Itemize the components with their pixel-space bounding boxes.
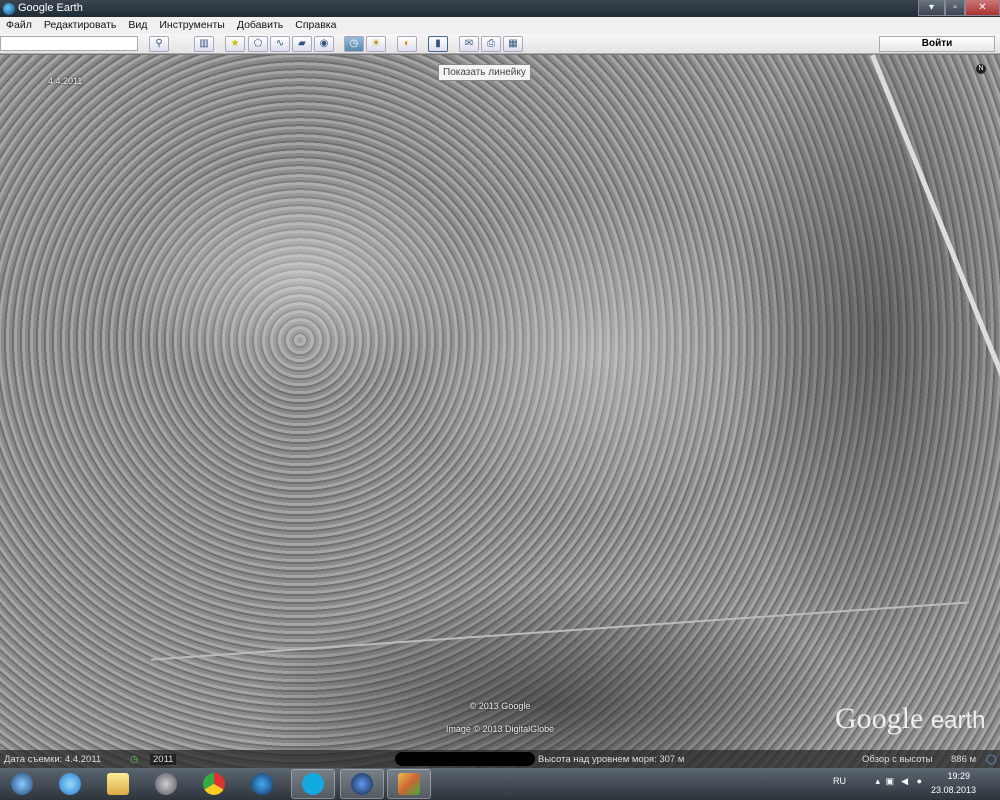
add-path-icon[interactable]: ∿ bbox=[270, 36, 290, 52]
menu-help[interactable]: Справка bbox=[289, 17, 342, 34]
language-indicator[interactable]: RU bbox=[833, 776, 846, 786]
google-earth-logo-icon bbox=[3, 3, 15, 15]
search-input[interactable] bbox=[0, 36, 138, 51]
print-icon[interactable]: ⎙ bbox=[481, 36, 501, 52]
skype-icon[interactable] bbox=[291, 769, 335, 799]
volume-icon[interactable]: ◀ bbox=[901, 776, 908, 787]
add-placemark-icon[interactable]: ★ bbox=[225, 36, 245, 52]
time-slider-date[interactable]: 4.4.2011 bbox=[48, 76, 82, 86]
search-icon[interactable]: ⚲ bbox=[149, 36, 169, 52]
google-earth-taskbar-icon[interactable] bbox=[340, 769, 384, 799]
paint-icon[interactable] bbox=[387, 769, 431, 799]
action-center-icon[interactable]: ● bbox=[917, 776, 922, 786]
map-view[interactable] bbox=[0, 55, 1000, 768]
redaction bbox=[395, 752, 535, 766]
show-hidden-icons-icon[interactable]: ▴ bbox=[875, 776, 880, 787]
menu-view[interactable]: Вид bbox=[122, 17, 153, 34]
clock-time[interactable]: 19:29 bbox=[947, 771, 970, 781]
internet-explorer-icon[interactable] bbox=[48, 769, 92, 799]
title-bar: Google Earth ▾ ▫ ✕ bbox=[0, 0, 1000, 18]
imagery-year[interactable]: 2011 bbox=[150, 754, 177, 765]
menu-tools[interactable]: Инструменты bbox=[153, 17, 230, 34]
clock-date[interactable]: 23.08.2013 bbox=[931, 785, 976, 795]
start-button[interactable] bbox=[0, 769, 44, 799]
record-tour-icon[interactable]: ◉ bbox=[314, 36, 334, 52]
minimize-button[interactable]: ▾ bbox=[918, 0, 945, 16]
taskbar: RU ▴ ▣ ◀ ● 19:29 23.08.2013 bbox=[0, 768, 1000, 800]
window-title: Google Earth bbox=[18, 2, 83, 14]
menu-bar: Файл Редактировать Вид Инструменты Добав… bbox=[0, 17, 1000, 34]
streaming-indicator-icon: ◯ bbox=[986, 754, 997, 765]
view-in-maps-icon[interactable]: ▦ bbox=[503, 36, 523, 52]
chrome-icon[interactable] bbox=[192, 769, 236, 799]
historical-imagery-icon[interactable]: ◷ bbox=[344, 36, 364, 52]
sunlight-icon[interactable]: ☀ bbox=[366, 36, 386, 52]
network-icon[interactable]: ▣ bbox=[885, 776, 894, 787]
eye-altitude-value: 886 м bbox=[951, 754, 977, 765]
ruler-icon[interactable]: ▮ bbox=[428, 36, 448, 52]
capture-date: Дата съемки: 4.4.2011 bbox=[4, 754, 102, 765]
add-polygon-icon[interactable]: ⬠ bbox=[248, 36, 268, 52]
sidebar-toggle-icon[interactable]: ▥ bbox=[194, 36, 214, 52]
ruler-tooltip: Показать линейку bbox=[438, 64, 531, 81]
email-icon[interactable]: ✉ bbox=[459, 36, 479, 52]
compass-icon[interactable]: N bbox=[976, 64, 986, 74]
google-earth-logo: Google earth bbox=[835, 702, 986, 735]
login-button[interactable]: Войти bbox=[879, 36, 995, 52]
menu-add[interactable]: Добавить bbox=[231, 17, 289, 34]
close-button[interactable]: ✕ bbox=[965, 0, 1000, 16]
menu-file[interactable]: Файл bbox=[0, 17, 38, 34]
media-player-icon[interactable] bbox=[144, 769, 188, 799]
eye-altitude-label: Обзор с высоты bbox=[862, 754, 933, 765]
add-overlay-icon[interactable]: ▰ bbox=[292, 36, 312, 52]
historical-imagery-icon[interactable]: ◷ bbox=[130, 754, 138, 765]
toolbar: ⚲ ▥ ★ ⬠ ∿ ▰ ◉ ◷ ☀ ◐ ▮ ✉ ⎙ ▦ Войти bbox=[0, 34, 1000, 54]
restore-button[interactable]: ▫ bbox=[945, 0, 965, 16]
menu-edit[interactable]: Редактировать bbox=[38, 17, 123, 34]
planets-icon[interactable]: ◐ bbox=[397, 36, 417, 52]
browser-icon[interactable] bbox=[240, 769, 284, 799]
file-explorer-icon[interactable] bbox=[96, 769, 140, 799]
elevation: Высота над уровнем моря: 307 м bbox=[538, 754, 685, 765]
